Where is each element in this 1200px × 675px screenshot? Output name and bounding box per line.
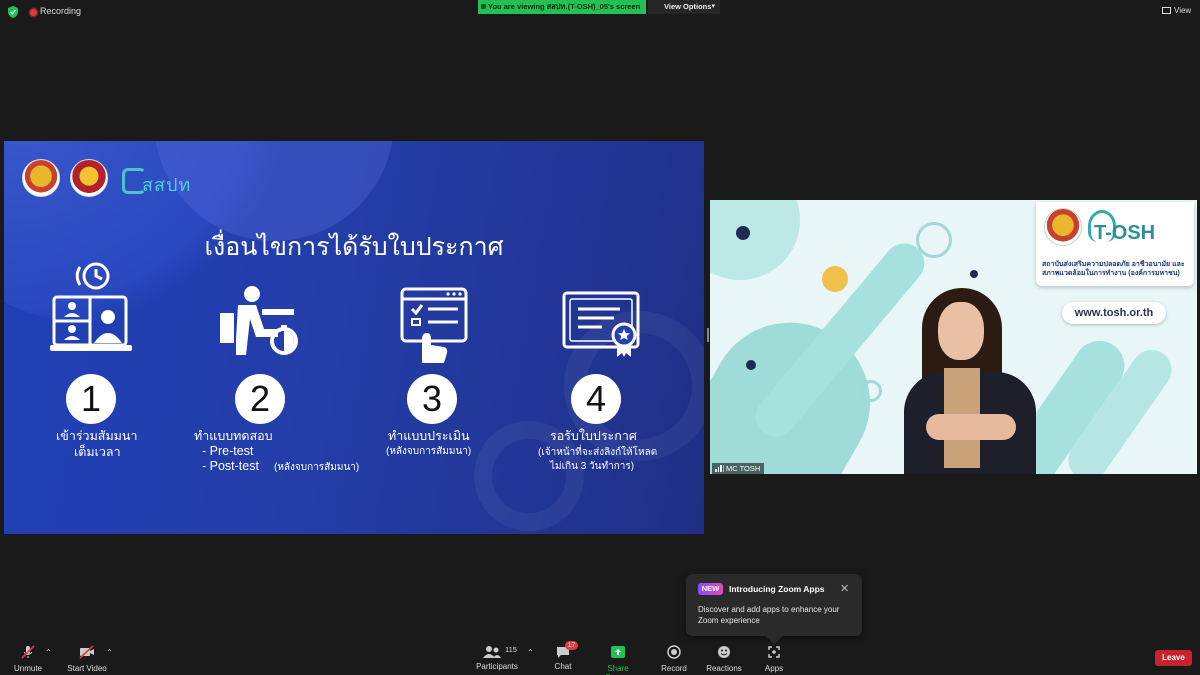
chevron-down-icon: ▾: [711, 3, 715, 10]
step-2-note: (หลังจบการสัมมนา): [274, 462, 360, 473]
apps-button[interactable]: Apps: [760, 645, 788, 673]
chat-button[interactable]: 17 Chat: [548, 641, 578, 671]
tosh-url: www.tosh.or.th: [1062, 302, 1166, 324]
grid-view-icon: [1162, 7, 1171, 14]
step-2-label-line2: - Pre-test: [202, 444, 254, 458]
reactions-button[interactable]: Reactions: [704, 645, 744, 673]
step-4-label: รอรับใบประกาศ: [550, 429, 637, 443]
department-seal-logo: [70, 159, 108, 197]
top-bar: Recording You are viewing สสปท.(T-OSH)_0…: [0, 0, 1200, 24]
chat-unread-badge: 17: [565, 641, 578, 650]
participants-count: 115: [505, 645, 517, 654]
step-3-number: 3: [407, 374, 457, 424]
exam-timer-icon: [220, 286, 298, 355]
record-button[interactable]: Record: [658, 645, 690, 673]
step-2-label-line3: - Post-test: [202, 459, 259, 473]
video-meeting-icon: [50, 262, 132, 351]
viewing-banner: You are viewing สสปท.(T-OSH)_05's screen: [478, 0, 646, 14]
screen-share-icon: [481, 4, 486, 9]
step-2-label: ทำแบบทดสอบ: [194, 429, 273, 443]
audio-options-chevron-icon[interactable]: ⌃: [45, 648, 52, 657]
sorsorpt-logo: สสปท: [122, 168, 204, 195]
video-bg-dot: [970, 270, 978, 278]
popup-body: Discover and add apps to enhance your Zo…: [698, 605, 840, 625]
participant-name-tag: MC TOSH: [712, 463, 765, 474]
popup-title: Introducing Zoom Apps: [729, 584, 825, 594]
video-bg-dot: [822, 266, 848, 292]
view-options-button[interactable]: View Options ▾: [648, 0, 720, 14]
share-screen-button[interactable]: Share Screen: [594, 645, 642, 675]
zoom-window: Recording You are viewing สสปท.(T-OSH)_0…: [0, 0, 1200, 675]
shield-icon[interactable]: [8, 6, 18, 18]
participants-icon: [483, 646, 501, 658]
share-screen-icon: [611, 646, 625, 658]
view-button[interactable]: View: [1162, 6, 1191, 15]
view-options-label: View Options: [664, 2, 712, 11]
recording-icon: [30, 9, 37, 16]
chat-label: Chat: [554, 662, 572, 671]
view-label: View: [1174, 6, 1192, 15]
presenter: [900, 288, 1040, 474]
shared-screen: สสปท เงื่อนไขการได้รับใบประกาศ 1 เข้าร่ว…: [4, 141, 704, 534]
unmute-label: Unmute: [13, 664, 42, 673]
tosh-seal-logo: [1044, 208, 1082, 246]
video-bg-dot: [736, 226, 750, 240]
participants-button[interactable]: 115 Participants: [474, 645, 520, 671]
record-icon: [667, 645, 681, 659]
signal-bars-icon: [715, 465, 724, 472]
tosh-logo-card: T-OSH สถาบันส่งเสริมความปลอดภัย อาชีวอนา…: [1036, 202, 1194, 286]
step-1-label-line2: เต็มเวลา: [74, 445, 121, 459]
participant-video-tile[interactable]: T-OSH สถาบันส่งเสริมความปลอดภัย อาชีวอนา…: [710, 200, 1197, 474]
participant-name: MC TOSH: [726, 464, 761, 473]
reactions-label: Reactions: [706, 664, 742, 673]
evaluation-checklist-icon: [400, 287, 468, 363]
reactions-icon: [718, 646, 730, 658]
org-name: สถาบันส่งเสริมความปลอดภัย อาชีวอนามัย แล…: [1042, 261, 1185, 277]
record-label: Record: [661, 664, 687, 673]
new-badge: NEW: [698, 583, 723, 595]
video-bg-dot: [746, 360, 756, 370]
start-video-label: Start Video: [67, 664, 107, 673]
close-icon[interactable]: ✕: [840, 582, 849, 595]
participants-options-chevron-icon[interactable]: ⌃: [527, 648, 534, 657]
start-video-button[interactable]: Start Video: [64, 645, 110, 673]
tosh-brand: T-OSH: [1094, 222, 1156, 244]
video-bg-ring: [860, 380, 882, 402]
microphone-muted-icon: [21, 645, 35, 659]
video-options-chevron-icon[interactable]: ⌃: [106, 648, 113, 657]
step-4-number: 4: [571, 374, 621, 424]
share-screen-label: Share Screen: [605, 664, 630, 675]
step-3-note: (หลังจบการสัมมนา): [386, 446, 472, 457]
certificate-icon: [562, 291, 640, 357]
unmute-button[interactable]: Unmute: [8, 645, 48, 673]
logo-text: สสปท: [142, 175, 192, 195]
step-4-note-line2: ไม่เกิน 3 วันทำการ): [550, 461, 635, 472]
video-camera-off-icon: [79, 645, 94, 659]
step-3-label: ทำแบบประเมิน: [388, 429, 470, 443]
ministry-seal-logo: [22, 159, 60, 197]
apps-icon: [768, 646, 780, 658]
step-1-label: เข้าร่วมสัมมนา: [56, 429, 138, 443]
video-bg-ring: [916, 222, 952, 258]
video-bg-shape: [710, 200, 800, 280]
viewing-text: You are viewing สสปท.(T-OSH)_05's screen: [488, 2, 641, 11]
step-2-number: 2: [235, 374, 285, 424]
zoom-apps-popup: NEW Introducing Zoom Apps ✕ Discover and…: [686, 574, 862, 645]
split-view-divider[interactable]: [707, 328, 709, 342]
step-4-note-line1: (เจ้าหน้าที่จะส่งลิงก์ให้โหลด: [538, 447, 658, 458]
recording-label: Recording: [40, 6, 82, 16]
apps-label: Apps: [764, 664, 784, 673]
step-1-number: 1: [66, 374, 116, 424]
participants-label: Participants: [476, 662, 518, 671]
leave-button[interactable]: Leave: [1155, 650, 1192, 666]
